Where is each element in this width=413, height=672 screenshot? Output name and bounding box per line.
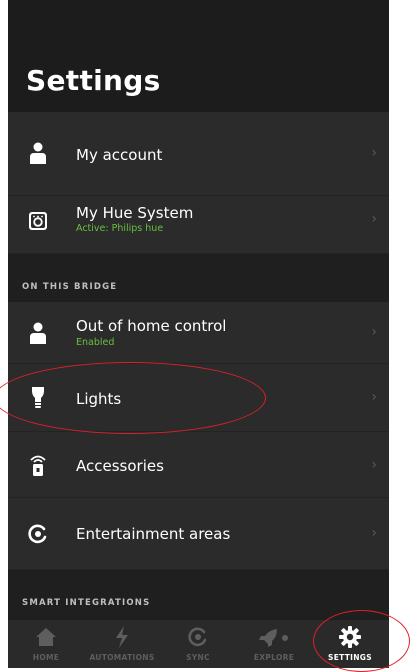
rocket-icon [236, 626, 312, 648]
chevron-right-icon: › [371, 211, 377, 227]
page-title: Settings [26, 64, 161, 97]
lightning-icon [84, 626, 160, 648]
chevron-right-icon: › [371, 324, 377, 340]
row-my-hue-system[interactable]: My Hue System Active: Philips hue › [8, 196, 389, 254]
bridge-icon [26, 208, 50, 234]
tab-label: HOME [32, 653, 60, 662]
section-on-this-bridge: ON THIS BRIDGE [8, 254, 389, 302]
tab-explore[interactable]: EXPLORE [236, 620, 312, 668]
row-label: My account [76, 146, 163, 164]
gear-icon [312, 626, 388, 648]
section-smart-integrations: SMART INTEGRATIONS [8, 570, 389, 620]
settings-screen: Settings My account › My Hue System Acti… [8, 0, 389, 668]
chevron-right-icon: › [371, 145, 377, 161]
row-entertainment-areas[interactable]: Entertainment areas › [8, 498, 389, 570]
row-label: My Hue System [76, 204, 194, 222]
row-label: Lights [76, 390, 122, 408]
tab-label: SETTINGS [328, 653, 372, 662]
chevron-right-icon: › [371, 525, 377, 541]
row-my-account[interactable]: My account › [8, 112, 389, 196]
tab-sync[interactable]: SYNC [160, 620, 236, 668]
person-icon [26, 320, 50, 346]
bottom-tab-bar: HOME AUTOMATIONS SYNC EXPLORE SETTINGS [8, 620, 389, 668]
row-accessories[interactable]: Accessories › [8, 432, 389, 498]
row-lights[interactable]: Lights › [8, 364, 389, 432]
section-label: SMART INTEGRATIONS [22, 598, 151, 608]
header: Settings [8, 0, 389, 112]
remote-icon [26, 452, 50, 478]
tab-settings[interactable]: SETTINGS [312, 620, 388, 668]
tab-label: AUTOMATIONS [89, 653, 155, 662]
chevron-right-icon: › [371, 457, 377, 473]
row-status: Enabled [76, 337, 115, 348]
person-icon [26, 140, 50, 166]
tab-label: SYNC [186, 653, 210, 662]
tab-label: EXPLORE [253, 653, 295, 662]
tab-automations[interactable]: AUTOMATIONS [84, 620, 160, 668]
row-label: Accessories [76, 457, 164, 475]
row-label: Entertainment areas [76, 525, 231, 543]
row-label: Out of home control [76, 317, 227, 335]
row-status: Active: Philips hue [76, 223, 164, 234]
sync-icon [160, 626, 236, 648]
entertainment-icon [26, 521, 50, 547]
section-label: ON THIS BRIDGE [22, 282, 118, 292]
chevron-right-icon: › [371, 389, 377, 405]
tab-home[interactable]: HOME [8, 620, 84, 668]
row-out-of-home-control[interactable]: Out of home control Enabled › [8, 302, 389, 364]
bulb-icon [26, 385, 50, 411]
home-icon [8, 626, 84, 648]
